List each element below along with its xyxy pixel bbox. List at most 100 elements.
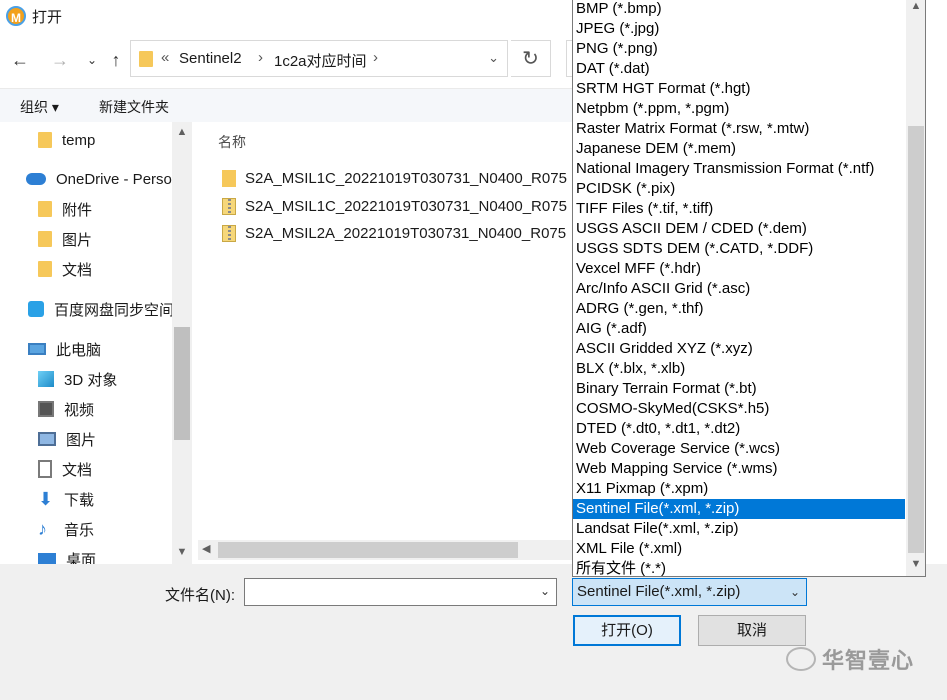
back-arrow-icon[interactable]: ←	[8, 48, 32, 72]
breadcrumb-item[interactable]: Sentinel2	[179, 50, 242, 67]
sidebar-item-onedrive-documents[interactable]: 文档	[38, 255, 192, 283]
open-button[interactable]: 打开(O)	[573, 615, 681, 646]
scroll-up-icon[interactable]: ▲	[906, 0, 925, 12]
sidebar-item-videos[interactable]: 视频	[38, 395, 192, 423]
filetype-option[interactable]: X11 Pixmap (*.xpm)	[573, 479, 905, 499]
filetype-option[interactable]: TIFF Files (*.tif, *.tiff)	[573, 199, 905, 219]
music-icon: ♪	[38, 519, 47, 539]
sidebar-item-pictures[interactable]: 图片	[38, 425, 192, 453]
watermark-text: 华智壹心	[822, 648, 915, 673]
chevron-down-icon[interactable]: ⌄	[790, 585, 800, 599]
recent-locations-chevron-icon[interactable]: ⌄	[80, 48, 104, 72]
filetype-option[interactable]: ASCII Gridded XYZ (*.xyz)	[573, 339, 905, 359]
sidebar-item-temp[interactable]: temp	[38, 126, 192, 154]
filetype-option[interactable]: PCIDSK (*.pix)	[573, 179, 905, 199]
breadcrumb-overflow-icon[interactable]: «	[161, 49, 169, 66]
filetype-option[interactable]: COSMO-SkyMed(CSKS*.h5)	[573, 399, 905, 419]
scroll-down-icon[interactable]: ▼	[172, 546, 192, 558]
refresh-icon[interactable]: ↻	[511, 40, 551, 77]
sidebar-item-onedrive-pictures[interactable]: 图片	[38, 225, 192, 253]
filetype-option[interactable]: Netpbm (*.ppm, *.pgm)	[573, 99, 905, 119]
horizontal-scrollbar[interactable]: ◀	[198, 540, 572, 560]
file-name: S2A_MSIL1C_20221019T030731_N0400_R075	[245, 169, 567, 187]
cancel-button[interactable]: 取消	[698, 615, 806, 646]
organize-button[interactable]: 组织 ▾	[20, 97, 59, 117]
filetype-option[interactable]: Binary Terrain Format (*.bt)	[573, 379, 905, 399]
sidebar-item-label: 附件	[62, 201, 93, 219]
sidebar-item-baidu-netdisk[interactable]: 百度网盘同步空间	[28, 295, 192, 323]
filetype-value: Sentinel File(*.xml, *.zip)	[577, 583, 741, 600]
breadcrumb-chevron-icon[interactable]: ›	[373, 49, 378, 66]
filename-input[interactable]: ⌄	[244, 578, 557, 606]
sidebar-item-3d-objects[interactable]: 3D 对象	[38, 365, 192, 393]
file-row[interactable]: S2A_MSIL2A_20221019T030731_N0400_R075	[222, 218, 566, 248]
sidebar-item-label: temp	[62, 131, 96, 149]
filetype-option[interactable]: Web Coverage Service (*.wcs)	[573, 439, 905, 459]
sidebar-item-desktop[interactable]: 桌面	[38, 545, 192, 564]
sidebar-scrollbar[interactable]: ▲ ▼	[172, 122, 192, 564]
filetype-option[interactable]: JPEG (*.jpg)	[573, 19, 905, 39]
scrollbar-thumb[interactable]	[218, 542, 518, 558]
sidebar-item-label: 文档	[62, 461, 93, 479]
filetype-option[interactable]: Sentinel File(*.xml, *.zip)	[573, 499, 905, 519]
filetype-option[interactable]: BMP (*.bmp)	[573, 0, 905, 19]
scrollbar-thumb[interactable]	[174, 327, 190, 440]
column-header-name[interactable]: 名称	[218, 132, 246, 152]
filetype-option[interactable]: DTED (*.dt0, *.dt1, *.dt2)	[573, 419, 905, 439]
file-name: S2A_MSIL1C_20221019T030731_N0400_R075	[245, 197, 567, 215]
organize-label: 组织	[20, 99, 48, 115]
dialog-footer: 文件名(N): ⌄ Sentinel File(*.xml, *.zip) ⌄ …	[0, 564, 947, 700]
up-arrow-icon[interactable]: ↑	[104, 48, 128, 72]
address-dropdown-icon[interactable]: ⌄	[488, 50, 499, 66]
filetype-option[interactable]: Arc/Info ASCII Grid (*.asc)	[573, 279, 905, 299]
sidebar-item-documents[interactable]: 文档	[38, 455, 192, 483]
breadcrumb-chevron-icon[interactable]: ›	[258, 49, 263, 66]
filetype-option[interactable]: National Imagery Transmission Format (*.…	[573, 159, 905, 179]
sidebar-item-label: 桌面	[66, 551, 97, 565]
sidebar-item-label: 视频	[64, 401, 95, 419]
sidebar-item-onedrive[interactable]: OneDrive - Perso	[26, 165, 192, 193]
sidebar-item-this-pc[interactable]: 此电脑	[28, 335, 192, 363]
filetype-option[interactable]: DAT (*.dat)	[573, 59, 905, 79]
filetype-option[interactable]: SRTM HGT Format (*.hgt)	[573, 79, 905, 99]
folder-icon	[38, 231, 52, 247]
wechat-icon	[786, 647, 816, 671]
scroll-down-icon[interactable]: ▼	[906, 558, 925, 570]
file-row[interactable]: S2A_MSIL1C_20221019T030731_N0400_R075	[222, 191, 567, 221]
forward-arrow-icon[interactable]: →	[48, 48, 72, 72]
scrollbar-thumb[interactable]	[908, 126, 924, 553]
file-row[interactable]: S2A_MSIL1C_20221019T030731_N0400_R075	[222, 163, 567, 193]
sidebar-item-label: 此电脑	[56, 341, 102, 359]
filetype-option[interactable]: ADRG (*.gen, *.thf)	[573, 299, 905, 319]
this-pc-icon	[28, 343, 46, 355]
filetype-option[interactable]: Web Mapping Service (*.wms)	[573, 459, 905, 479]
scroll-up-icon[interactable]: ▲	[172, 126, 192, 138]
filetype-option[interactable]: BLX (*.blx, *.xlb)	[573, 359, 905, 379]
sidebar-item-attachments[interactable]: 附件	[38, 195, 192, 223]
filetype-option[interactable]: USGS SDTS DEM (*.CATD, *.DDF)	[573, 239, 905, 259]
dropdown-scrollbar[interactable]: ▲ ▼	[906, 0, 925, 576]
new-folder-button[interactable]: 新建文件夹	[99, 97, 169, 117]
sidebar-item-music[interactable]: ♪ 音乐	[38, 515, 192, 543]
filetype-option[interactable]: USGS ASCII DEM / CDED (*.dem)	[573, 219, 905, 239]
scroll-left-icon[interactable]: ◀	[202, 542, 210, 555]
pictures-icon	[38, 432, 56, 446]
filetype-option[interactable]: XML File (*.xml)	[573, 539, 905, 559]
sidebar-item-label: 图片	[66, 431, 97, 449]
sidebar-item-downloads[interactable]: ⬇ 下载	[38, 485, 192, 513]
filetype-option[interactable]: 所有文件 (*.*)	[573, 559, 905, 576]
filetype-select[interactable]: Sentinel File(*.xml, *.zip) ⌄	[572, 578, 807, 606]
filetype-option[interactable]: Raster Matrix Format (*.rsw, *.mtw)	[573, 119, 905, 139]
filetype-option[interactable]: PNG (*.png)	[573, 39, 905, 59]
chevron-down-icon[interactable]: ⌄	[540, 584, 550, 598]
filetype-option[interactable]: Landsat File(*.xml, *.zip)	[573, 519, 905, 539]
filetype-option[interactable]: AIG (*.adf)	[573, 319, 905, 339]
filetype-option[interactable]: Japanese DEM (*.mem)	[573, 139, 905, 159]
3d-objects-icon	[38, 371, 54, 387]
sidebar-item-label: 音乐	[64, 521, 95, 539]
address-bar[interactable]: « Sentinel2 › 1c2a对应时间 › ⌄	[130, 40, 508, 77]
breadcrumb-item[interactable]: 1c2a对应时间	[274, 50, 367, 71]
sidebar-item-label: 百度网盘同步空间	[54, 301, 175, 319]
filetype-option[interactable]: Vexcel MFF (*.hdr)	[573, 259, 905, 279]
sidebar-item-label: OneDrive - Perso	[56, 170, 172, 188]
